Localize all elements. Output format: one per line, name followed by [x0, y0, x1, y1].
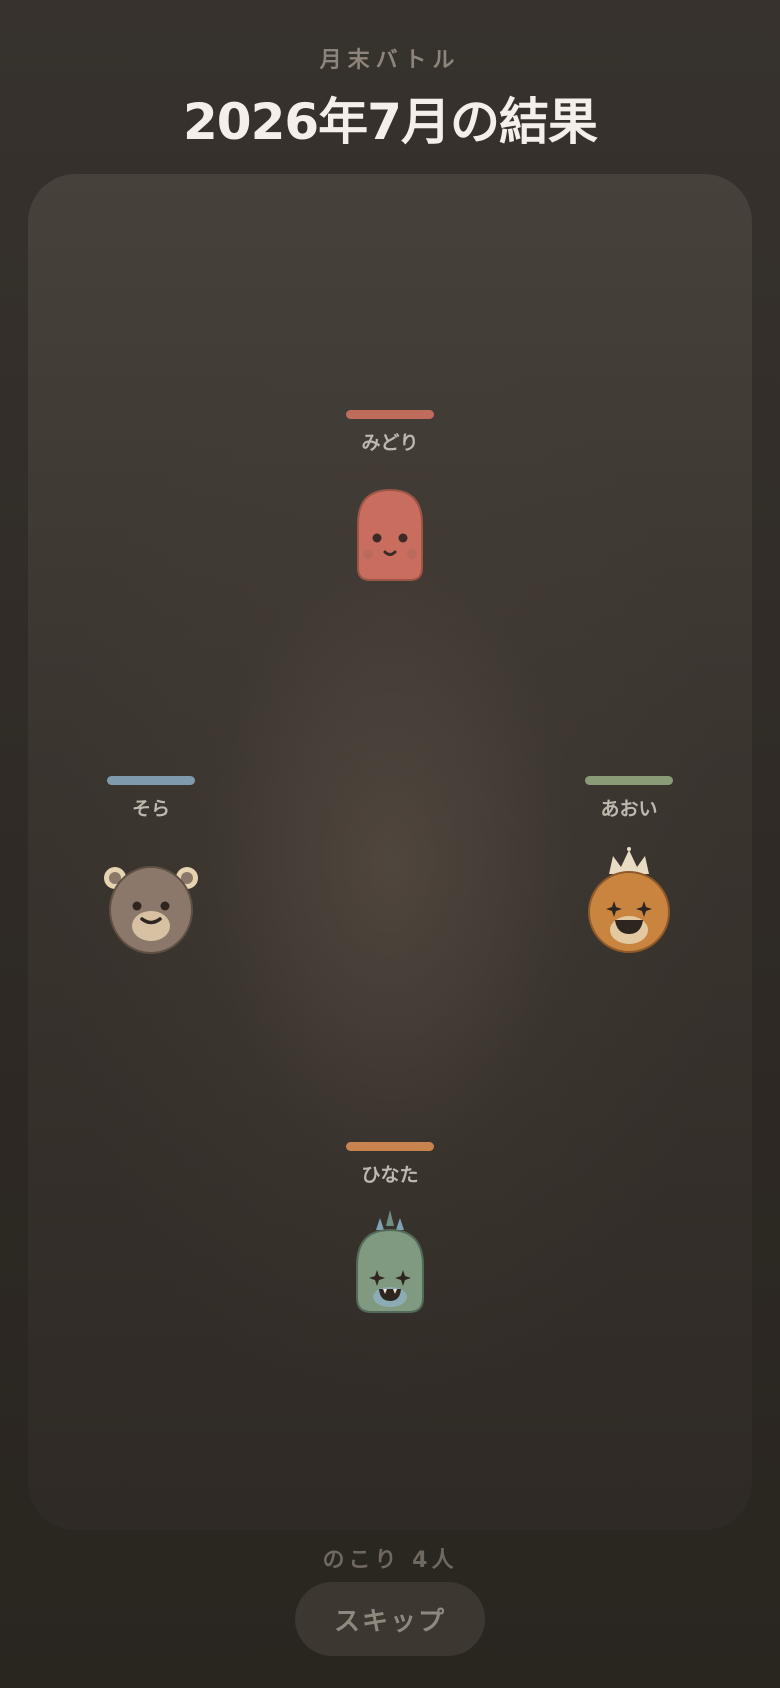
- player-name: そら: [131, 798, 170, 820]
- hp-bar: [107, 776, 195, 785]
- hp-bar: [346, 410, 434, 419]
- remaining-count: のこり 4人: [322, 1548, 458, 1573]
- dino-character-icon: [356, 1210, 424, 1313]
- player-name: あおい: [600, 798, 658, 820]
- player-sora: そら: [91, 776, 211, 976]
- skip-button[interactable]: スキップ: [295, 1582, 485, 1656]
- player-hinata: ひなた: [330, 1142, 450, 1342]
- battle-arena: みどり そら あおい ひなた: [28, 174, 752, 1530]
- hp-bar: [346, 1142, 434, 1151]
- bear-character-icon: [104, 866, 198, 954]
- crowned-lion-character-icon: [588, 847, 670, 953]
- page-subtitle: 月末バトル: [319, 48, 461, 73]
- player-midori: みどり: [330, 410, 450, 610]
- player-aoi: あおい: [569, 776, 689, 976]
- blob-character-icon: [357, 488, 423, 581]
- player-name: ひなた: [361, 1164, 419, 1186]
- battle-result-screen: 月末バトル 2026年7月の結果 みどり そら あおい ひなた のこり 4人 ス…: [0, 0, 780, 1688]
- player-name: みどり: [361, 432, 419, 454]
- hp-bar: [585, 776, 673, 785]
- page-title: 2026年7月の結果: [183, 93, 598, 151]
